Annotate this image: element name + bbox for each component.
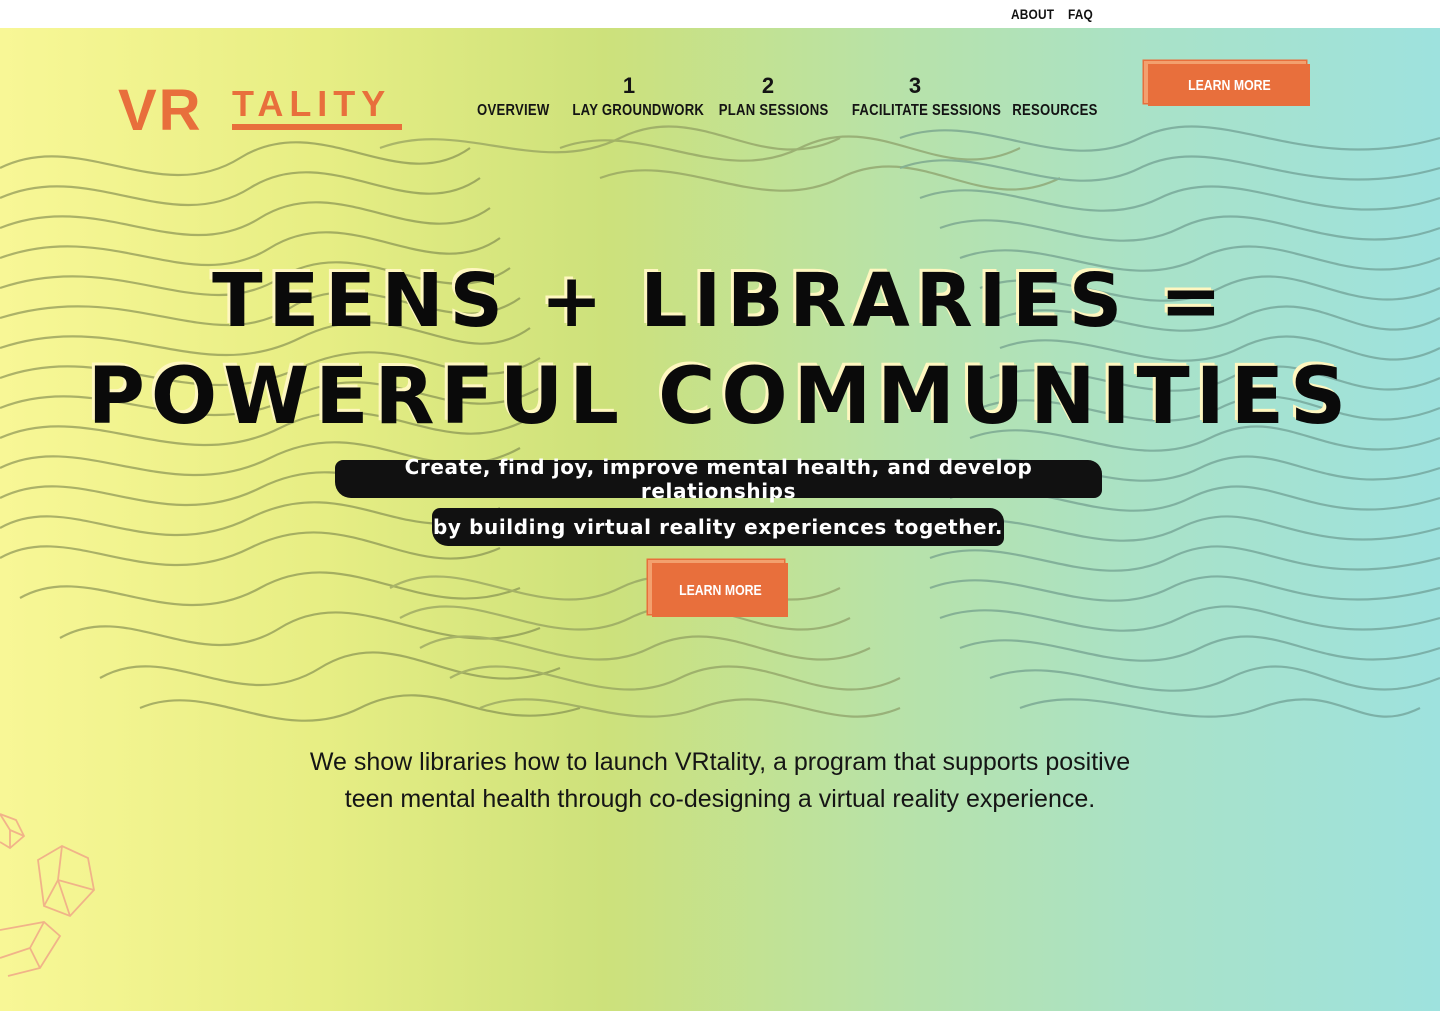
nav-number (470, 72, 548, 100)
header-learn-more-button[interactable]: LEARN MORE (1148, 64, 1310, 106)
crystal-gems-decoration (0, 813, 95, 977)
nav-label: RESOURCES (1012, 102, 1098, 119)
utility-bar: ABOUT FAQ (0, 0, 1440, 28)
nav-number: 1 (622, 73, 636, 98)
faq-link[interactable]: FAQ (1068, 6, 1093, 22)
hero-tagline-line2: by building virtual reality experiences … (432, 508, 1004, 546)
button-label: LEARN MORE (1187, 76, 1271, 94)
intro-line2: teen mental health through co-designing … (344, 785, 1096, 813)
nav-label: FACILITATE SESSIONS (851, 102, 1002, 119)
nav-resources[interactable]: RESOURCES (1004, 72, 1098, 120)
hero-headline-line2: POWERFUL COMMUNITIES (87, 352, 1353, 442)
intro-paragraph: We show libraries how to launch VRtality… (220, 744, 1220, 818)
hero-section: VR TALITY OVERVIEW 1 LAY GROUNDWORK 2 PL… (0, 28, 1440, 1011)
nav-number: 2 (761, 73, 775, 98)
nav-overview[interactable]: OVERVIEW (470, 72, 550, 120)
nav-facilitate-sessions[interactable]: 3 FACILITATE SESSIONS (838, 72, 1002, 120)
nav-number: 3 (908, 73, 922, 98)
hero-tagline-line1: Create, find joy, improve mental health,… (335, 455, 1102, 503)
nav-plan-sessions[interactable]: 2 PLAN SESSIONS (708, 72, 828, 120)
nav-label: PLAN SESSIONS (718, 102, 829, 119)
logo-vr-text: VR (118, 80, 203, 138)
nav-label: LAY GROUNDWORK (572, 102, 705, 119)
hero-headline-line1: TEENS + LIBRARIES = (212, 258, 1228, 344)
nav-lay-groundwork[interactable]: 1 LAY GROUNDWORK (560, 72, 705, 120)
logo-tality-text: TALITY (232, 83, 391, 124)
about-link[interactable]: ABOUT (1011, 6, 1054, 22)
button-label: LEARN MORE (678, 581, 762, 599)
nav-number (1004, 72, 1096, 100)
intro-line1: We show libraries how to launch VRtality… (309, 748, 1131, 776)
nav-label: OVERVIEW (477, 102, 550, 119)
vrtality-logo[interactable]: VR TALITY (118, 80, 408, 138)
hero-learn-more-button[interactable]: LEARN MORE (652, 563, 788, 617)
